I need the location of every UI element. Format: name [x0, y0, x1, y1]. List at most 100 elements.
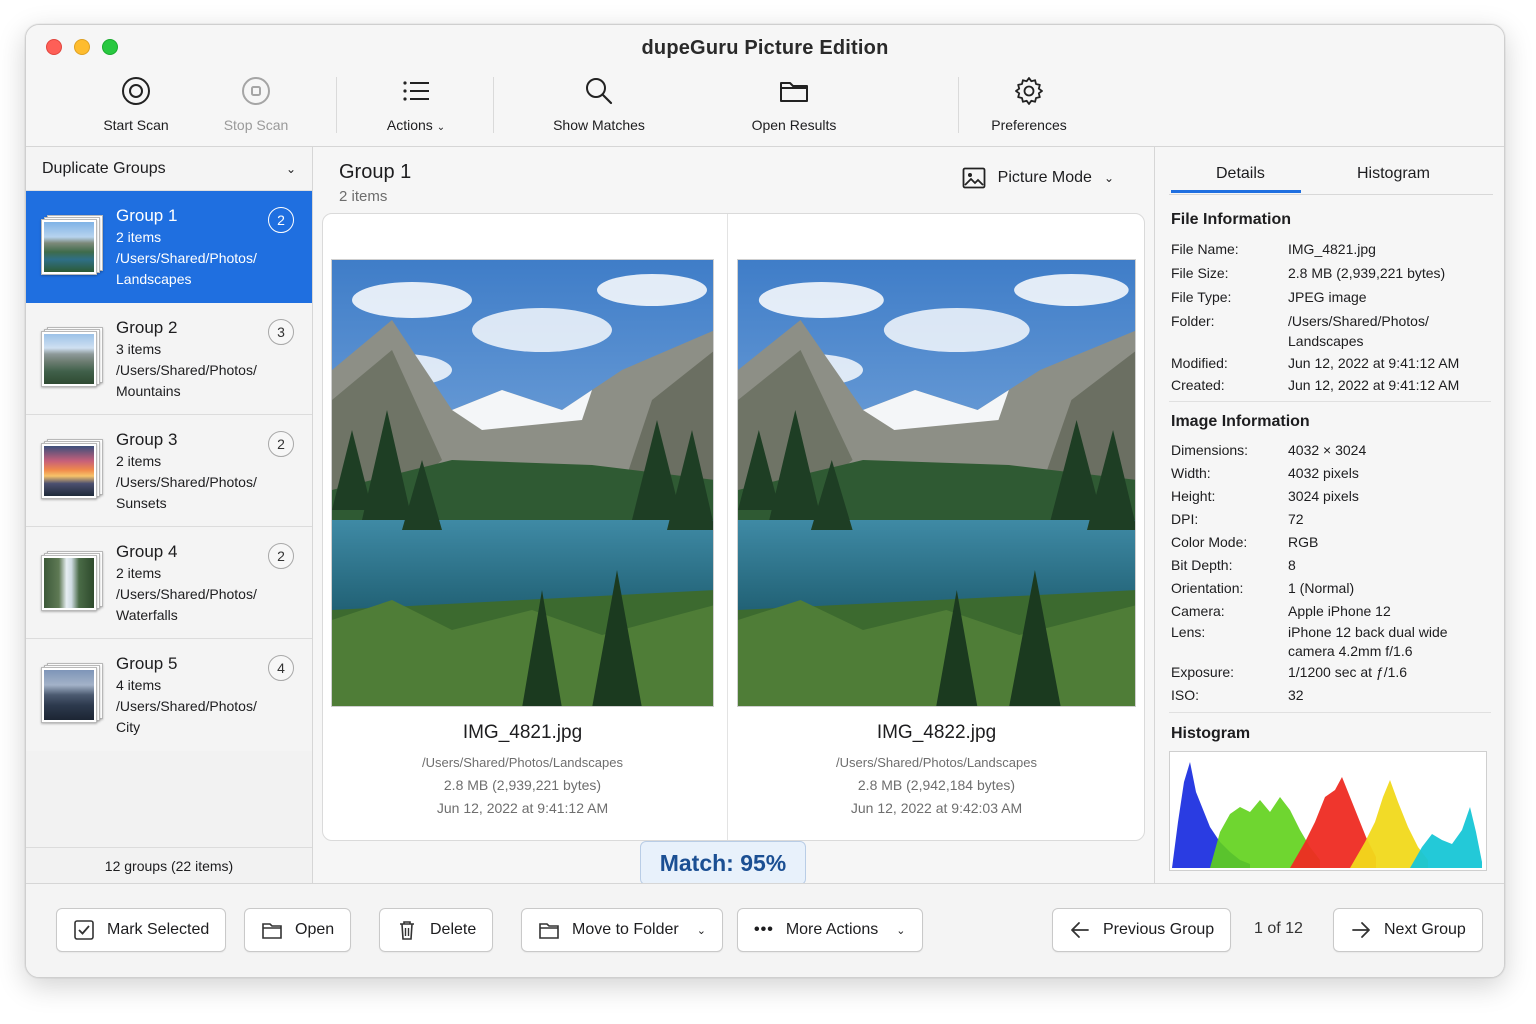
delete-button[interactable]: Delete	[379, 908, 494, 952]
chevron-down-icon: ⌄	[1103, 171, 1114, 185]
previous-group-button[interactable]: Previous Group	[1052, 908, 1232, 952]
landscape-photo	[738, 260, 1135, 706]
group-path: /Users/Shared/Photos/	[116, 250, 257, 266]
chevron-down-icon: ⌄	[436, 122, 446, 133]
group-path-folder: City	[116, 719, 141, 735]
chevron-down-icon: ⌄	[696, 924, 706, 937]
sidebar-header-label: Duplicate Groups	[42, 159, 166, 177]
tab-histogram[interactable]: Histogram	[1357, 165, 1430, 183]
next-group-button[interactable]: Next Group	[1333, 908, 1483, 952]
group-path: /Users/Shared/Photos/	[116, 698, 257, 714]
right-image-caption: IMG_4822.jpg /Users/Shared/Photos/Landsc…	[737, 722, 1136, 820]
delete-label: Delete	[430, 921, 477, 938]
group-thumbnail	[40, 435, 104, 499]
group-title: Group 5	[116, 654, 178, 673]
histogram-graphic	[1172, 762, 1482, 868]
group-item-count: 3 items	[116, 341, 162, 357]
move-to-folder-label: Move to Folder	[572, 921, 679, 938]
group-list-item[interactable]: Group 2 3 items /Users/Shared/Photos/ Mo…	[26, 303, 312, 415]
section-divider	[1169, 401, 1491, 402]
duplicate-groups-sidebar: Duplicate Groups ⌄ Group 1 2 items /User…	[26, 147, 313, 883]
show-matches-button[interactable]: Show Matches	[549, 75, 649, 137]
ellipsis-icon: •••	[754, 921, 774, 938]
app-window: dupeGuru Picture Edition Start Scan Stop…	[25, 24, 1505, 978]
more-actions-label: More Actions	[785, 921, 879, 938]
group-item-count: 2 items	[116, 453, 162, 469]
left-image[interactable]	[331, 259, 714, 707]
group-thumbnail	[40, 659, 104, 723]
toolbar-separator	[493, 77, 494, 133]
group-list-item[interactable]: Group 5 4 items /Users/Shared/Photos/ Ci…	[26, 639, 312, 751]
group-thumbnail	[40, 323, 104, 387]
group-path: /Users/Shared/Photos/	[116, 362, 257, 378]
folder-icon	[539, 923, 559, 939]
group-count-badge: 2	[268, 207, 294, 233]
left-file-size: 2.8 MB (2,939,221 bytes)	[443, 777, 602, 793]
list-icon	[403, 81, 429, 101]
group-count-badge: 2	[268, 543, 294, 569]
trash-icon	[400, 921, 414, 940]
image-icon	[962, 167, 986, 189]
preferences-label: Preferences	[991, 117, 1067, 133]
open-results-button[interactable]: Open Results	[744, 75, 844, 137]
duplicate-groups-dropdown[interactable]: Duplicate Groups ⌄	[26, 147, 312, 191]
right-file-date: Jun 12, 2022 at 9:42:03 AM	[850, 800, 1023, 816]
group-heading: Group 1	[339, 161, 412, 183]
group-title: Group 3	[116, 430, 178, 449]
chevron-down-icon: ⌄	[285, 161, 296, 176]
search-icon	[586, 78, 613, 105]
group-path-folder: Waterfalls	[116, 607, 178, 623]
image-compare-panel: IMG_4821.jpg /Users/Shared/Photos/Landsc…	[322, 213, 1145, 841]
group-item-count: 2 items	[116, 229, 162, 245]
comparison-pane: Group 1 2 items Picture Mode ⌄ IMG_4821.…	[313, 147, 1154, 885]
landscape-photo	[332, 260, 713, 706]
stop-scan-button[interactable]: Stop Scan	[216, 75, 296, 137]
group-count-badge: 2	[268, 431, 294, 457]
actions-menu-button[interactable]: Actions ⌄	[376, 75, 456, 137]
group-count-badge: 4	[268, 655, 294, 681]
group-title: Group 4	[116, 542, 178, 561]
tab-details[interactable]: Details	[1216, 165, 1265, 183]
details-tabs: Details Histogram	[1169, 147, 1493, 195]
section-divider	[1169, 712, 1491, 713]
active-tab-indicator	[1171, 190, 1301, 193]
right-file-path: /Users/Shared/Photos/Landscapes	[836, 755, 1037, 770]
actions-label: Actions ⌄	[386, 117, 446, 133]
mark-selected-button[interactable]: Mark Selected	[56, 908, 227, 952]
groups-summary: 12 groups (22 items)	[26, 847, 312, 883]
group-list-item[interactable]: Group 3 2 items /Users/Shared/Photos/ Su…	[26, 415, 312, 527]
group-item-count: 4 items	[116, 677, 162, 693]
open-results-label: Open Results	[751, 117, 837, 133]
toolbar: dupeGuru Picture Edition Start Scan Stop…	[26, 25, 1504, 147]
move-to-folder-button[interactable]: Move to Folder ⌄	[521, 908, 723, 952]
bottom-action-bar: Mark Selected Open Delete Move to Folder…	[26, 883, 1504, 977]
arrow-left-icon	[1071, 922, 1089, 938]
open-button[interactable]: Open	[244, 908, 352, 952]
group-subheading: 2 items	[339, 188, 388, 205]
open-label: Open	[295, 921, 335, 938]
picture-mode-dropdown[interactable]: Picture Mode ⌄	[962, 167, 1114, 189]
group-thumbnail	[40, 211, 104, 275]
checkbox-icon	[74, 920, 94, 940]
preferences-button[interactable]: Preferences	[979, 75, 1079, 137]
left-file-date: Jun 12, 2022 at 9:41:12 AM	[436, 800, 609, 816]
left-file-path: /Users/Shared/Photos/Landscapes	[422, 755, 623, 770]
group-item-count: 2 items	[116, 565, 162, 581]
toolbar-separator	[336, 77, 337, 133]
file-information-heading: File Information	[1171, 211, 1291, 228]
group-list-item[interactable]: Group 1 2 items /Users/Shared/Photos/ La…	[26, 191, 312, 303]
left-file-name: IMG_4821.jpg	[462, 722, 583, 743]
picture-mode-label: Picture Mode	[997, 169, 1092, 186]
more-actions-button[interactable]: ••• More Actions ⌄	[737, 908, 923, 952]
group-path-folder: Mountains	[116, 383, 181, 399]
arrow-right-icon	[1352, 922, 1370, 938]
compare-divider	[727, 214, 728, 840]
folder-icon	[780, 82, 808, 102]
group-title: Group 1	[116, 206, 178, 225]
toolbar-separator	[958, 77, 959, 133]
image-information-heading: Image Information	[1171, 413, 1310, 430]
details-panel: Details Histogram File Information File …	[1154, 147, 1504, 883]
group-list-item[interactable]: Group 4 2 items /Users/Shared/Photos/ Wa…	[26, 527, 312, 639]
start-scan-button[interactable]: Start Scan	[96, 75, 176, 137]
right-image[interactable]	[737, 259, 1136, 707]
